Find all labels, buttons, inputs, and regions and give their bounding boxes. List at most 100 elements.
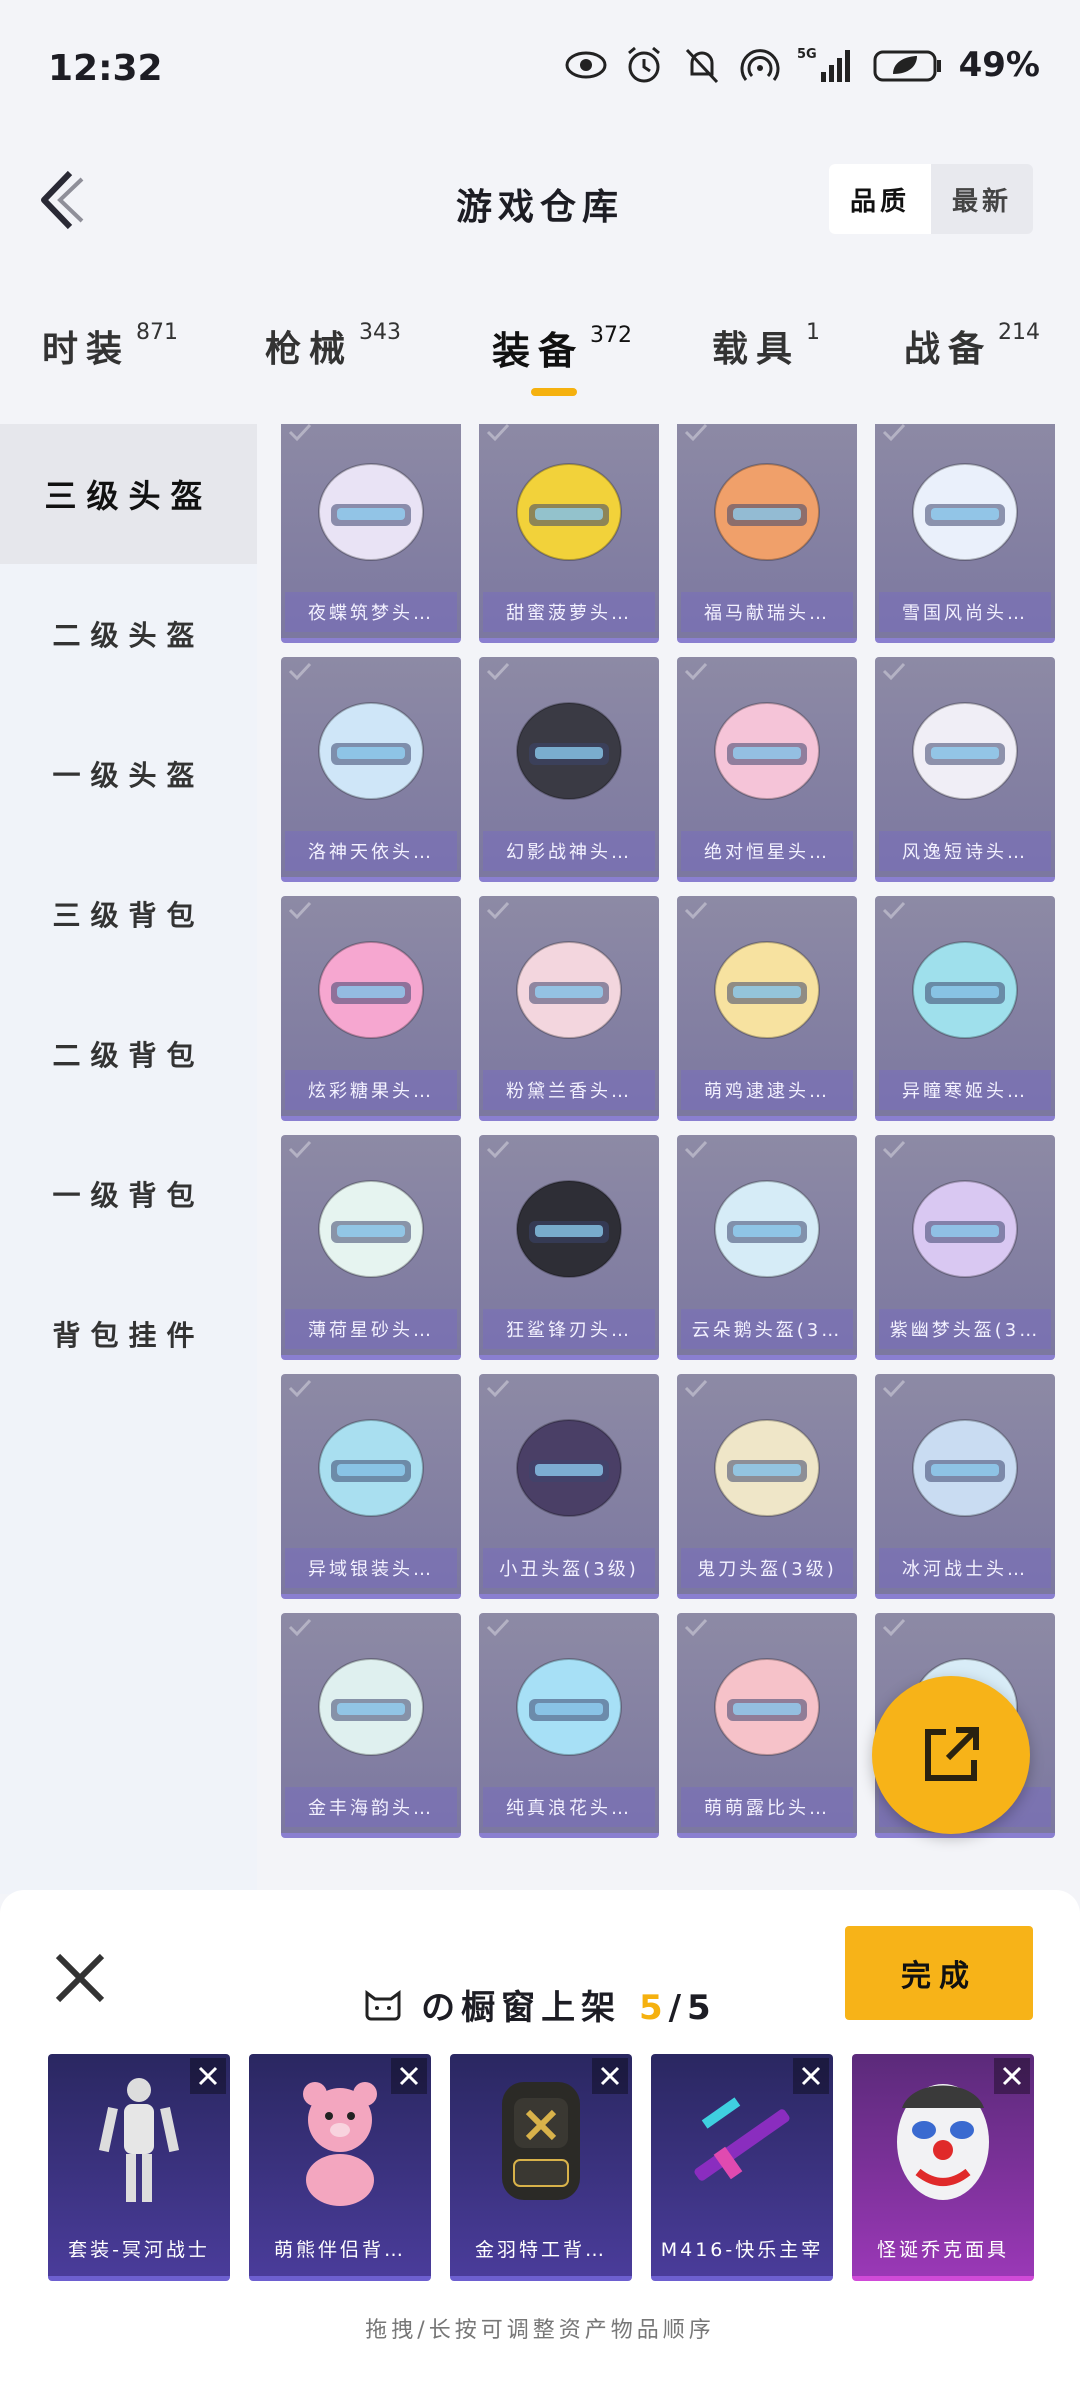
- item-label: 异域银装头…: [285, 1548, 457, 1588]
- item-card[interactable]: 鬼刀头盔(3级): [677, 1374, 857, 1599]
- item-card[interactable]: 风逸短诗头…: [875, 657, 1055, 882]
- item-card[interactable]: 绝对恒星头…: [677, 657, 857, 882]
- helmet-image: [516, 1658, 622, 1756]
- helmet-image: [318, 702, 424, 800]
- item-label: 粉黛兰香头…: [483, 1070, 655, 1110]
- item-card[interactable]: 冰河战士头…: [875, 1374, 1055, 1599]
- showcase-item-bear-backpack[interactable]: 萌熊伴侣背…: [249, 2054, 431, 2281]
- active-tab-indicator: [531, 388, 577, 396]
- share-external-icon: [925, 1727, 979, 1781]
- item-card[interactable]: 炫彩糖果头…: [281, 896, 461, 1121]
- helmet-image: [318, 463, 424, 561]
- item-card[interactable]: 小丑头盔(3级): [479, 1374, 659, 1599]
- item-card[interactable]: 紫幽梦头盔(3…: [875, 1135, 1055, 1360]
- helmet-image: [714, 463, 820, 561]
- item-grid: 夜蝶筑梦头… 甜蜜菠萝头… 福马献瑞头… 雪国风尚头… 洛神天依头… 幻影战神头… 绝对恒星…: [281, 424, 1061, 1894]
- item-card[interactable]: 粉黛兰香头…: [479, 896, 659, 1121]
- item-label: 冰河战士头…: [879, 1548, 1051, 1588]
- helmet-image: [912, 463, 1018, 561]
- sidebar-item-level3-helmet[interactable]: 三级头盔: [0, 424, 257, 564]
- sort-quality-button[interactable]: 品质: [829, 164, 931, 234]
- showcase-item-m416[interactable]: M416-快乐主宰: [651, 2054, 833, 2281]
- showcase-count-current: 5: [638, 1988, 669, 2028]
- item-card[interactable]: 萌萌露比头…: [677, 1613, 857, 1838]
- item-card[interactable]: 纯真浪花头…: [479, 1613, 659, 1838]
- item-card[interactable]: 洛神天依头…: [281, 657, 461, 882]
- sort-latest-button[interactable]: 最新: [931, 164, 1033, 234]
- sidebar: 三级头盔 二级头盔 一级头盔 三级背包 二级背包 一级背包 背包挂件: [0, 424, 257, 1894]
- done-button[interactable]: 完成: [845, 1926, 1033, 2020]
- showcase-item-label: 套装-冥河战士: [68, 2238, 210, 2261]
- battery-percent: 49%: [958, 45, 1040, 85]
- tab-vehicles[interactable]: 载具 1: [712, 320, 820, 372]
- item-card[interactable]: 夜蝶筑梦头…: [281, 424, 461, 643]
- item-card[interactable]: 狂鲨锋刃头…: [479, 1135, 659, 1360]
- showcase-item-joker-mask[interactable]: 怪诞乔克面具: [852, 2054, 1034, 2281]
- item-label: 鬼刀头盔(3级): [681, 1548, 853, 1588]
- item-image: [897, 2084, 989, 2200]
- helmet-image: [714, 1658, 820, 1756]
- helmet-image: [912, 1419, 1018, 1517]
- item-label: 纯真浪花头…: [483, 1787, 655, 1827]
- helmet-image: [516, 1180, 622, 1278]
- item-card[interactable]: 萌鸡逮逮头…: [677, 896, 857, 1121]
- item-label: 幻影战神头…: [483, 831, 655, 871]
- helmet-image: [318, 941, 424, 1039]
- showcase-item-label: M416-快乐主宰: [660, 2238, 824, 2261]
- showcase-sheet: の橱窗上架 5/5 完成 套装-冥河战士 萌熊伴侣背… 金羽特工背… M416-快乐主…: [0, 1890, 1080, 2387]
- item-image: [98, 2078, 180, 2202]
- alarm-icon: [627, 46, 660, 83]
- helmet-image: [516, 702, 622, 800]
- item-label: 金丰海韵头…: [285, 1787, 457, 1827]
- status-icons: 5G 49%: [565, 44, 1040, 86]
- item-card[interactable]: 异瞳寒姬头…: [875, 896, 1055, 1121]
- helmet-image: [714, 941, 820, 1039]
- item-card[interactable]: 金丰海韵头…: [281, 1613, 461, 1838]
- item-card[interactable]: 幻影战神头…: [479, 657, 659, 882]
- showcase-item-label: 怪诞乔克面具: [876, 2238, 1009, 2261]
- cat-face-icon: [365, 1990, 401, 2021]
- item-card[interactable]: 甜蜜菠萝头…: [479, 424, 659, 643]
- sort-toggle[interactable]: 品质 最新: [829, 164, 1033, 234]
- showcase-item-label: 金羽特工背…: [474, 2238, 607, 2261]
- item-label: 福马献瑞头…: [681, 592, 853, 632]
- item-label: 绝对恒星头…: [681, 831, 853, 871]
- sidebar-item-level1-backpack[interactable]: 一级背包: [0, 1124, 257, 1264]
- sidebar-item-level1-helmet[interactable]: 一级头盔: [0, 704, 257, 844]
- tab-supplies[interactable]: 战备 214: [904, 320, 1040, 372]
- item-label: 薄荷星砂头…: [285, 1309, 457, 1349]
- item-label: 甜蜜菠萝头…: [483, 592, 655, 632]
- item-label: 洛神天依头…: [285, 831, 457, 871]
- item-image: [694, 2097, 790, 2181]
- showcase-item-gold-backpack[interactable]: 金羽特工背…: [450, 2054, 632, 2281]
- item-label: 雪国风尚头…: [879, 592, 1051, 632]
- showcase-count-total: /5: [668, 1988, 717, 2028]
- tab-fashion[interactable]: 时装 871: [42, 320, 178, 372]
- helmet-image: [516, 463, 622, 561]
- item-label: 异瞳寒姬头…: [879, 1070, 1051, 1110]
- item-label: 紫幽梦头盔(3…: [879, 1309, 1051, 1349]
- sidebar-item-level2-backpack[interactable]: 二级背包: [0, 984, 257, 1124]
- helmet-image: [912, 702, 1018, 800]
- tab-weapons[interactable]: 枪械 343: [265, 320, 401, 372]
- status-time: 12:32: [48, 48, 163, 89]
- share-button[interactable]: [872, 1676, 1030, 1834]
- sidebar-item-backpack-charm[interactable]: 背包挂件: [0, 1264, 257, 1404]
- reorder-hint: 拖拽/长按可调整资产物品顺序: [365, 2318, 715, 2343]
- sidebar-item-level2-helmet[interactable]: 二级头盔: [0, 564, 257, 704]
- showcase-item-outfit[interactable]: 套装-冥河战士: [48, 2054, 230, 2281]
- item-card[interactable]: 福马献瑞头…: [677, 424, 857, 643]
- tab-equipment[interactable]: 装备 372: [492, 320, 632, 375]
- hotspot-icon: [740, 49, 780, 81]
- helmet-image: [912, 1180, 1018, 1278]
- helmet-image: [318, 1180, 424, 1278]
- item-card[interactable]: 云朵鹅头盔(3…: [677, 1135, 857, 1360]
- helmet-image: [912, 941, 1018, 1039]
- item-image: [303, 2082, 377, 2206]
- sidebar-item-level3-backpack[interactable]: 三级背包: [0, 844, 257, 984]
- item-card[interactable]: 雪国风尚头…: [875, 424, 1055, 643]
- helmet-image: [318, 1419, 424, 1517]
- item-card[interactable]: 异域银装头…: [281, 1374, 461, 1599]
- status-bar: 12:32 5G 49%: [0, 0, 1080, 140]
- item-card[interactable]: 薄荷星砂头…: [281, 1135, 461, 1360]
